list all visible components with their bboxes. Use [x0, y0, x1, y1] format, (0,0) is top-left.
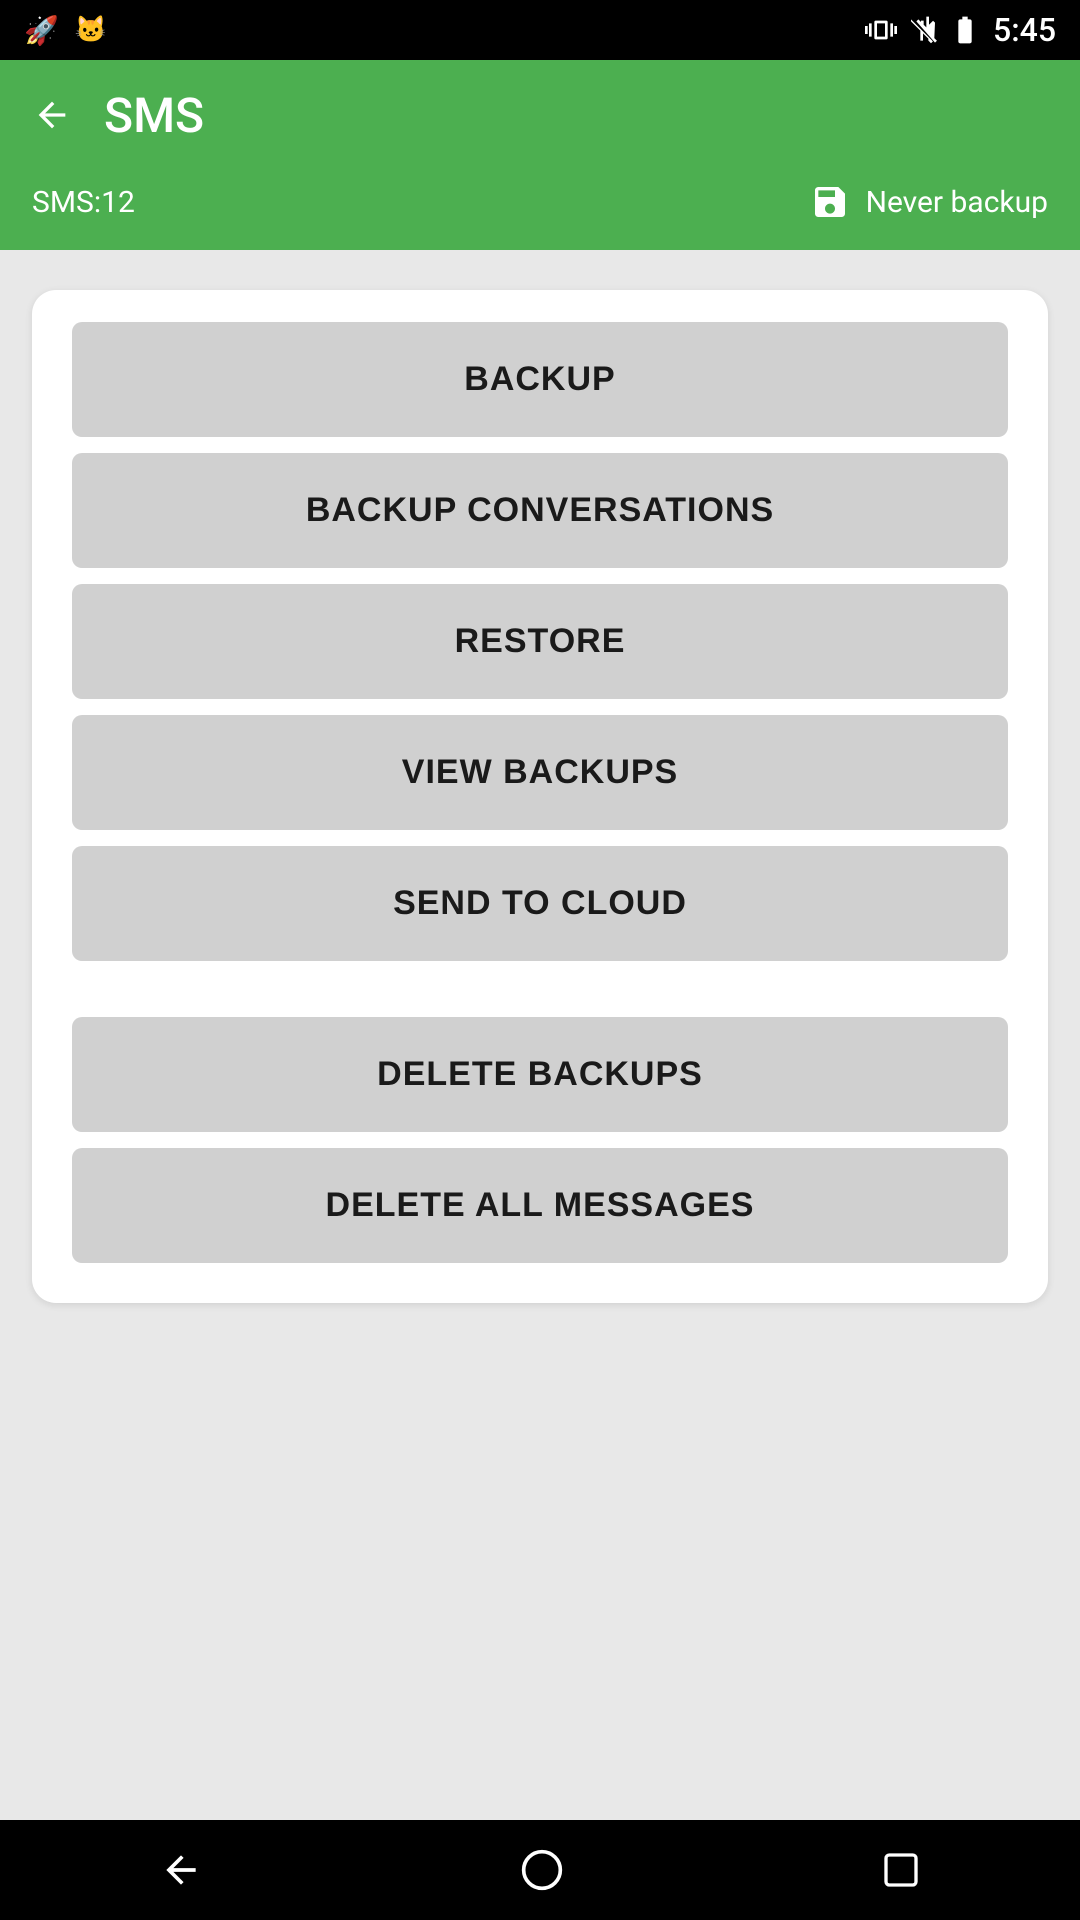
app-bar-bottom: SMS:12 Never backup	[32, 170, 1048, 250]
back-arrow-icon	[32, 95, 72, 135]
status-bar: 🚀 🐱 5:45	[0, 0, 1080, 60]
restore-button[interactable]: RESTORE	[72, 584, 1008, 699]
backup-button[interactable]: BACKUP	[72, 322, 1008, 437]
backup-status: Never backup	[810, 182, 1048, 222]
sms-count: SMS:12	[32, 185, 135, 220]
view-backups-button[interactable]: VIEW BACKUPS	[72, 715, 1008, 830]
delete-backups-button[interactable]: DELETE BACKUPS	[72, 1017, 1008, 1132]
backup-status-label: Never backup	[866, 185, 1048, 220]
android-icon: 🐱	[75, 15, 107, 45]
bottom-nav	[0, 1820, 1080, 1920]
nav-back-button[interactable]	[159, 1848, 203, 1892]
battery-icon	[949, 14, 981, 46]
nav-back-icon	[159, 1848, 203, 1892]
app-bar: SMS SMS:12 Never backup	[0, 60, 1080, 250]
status-bar-right: 5:45	[865, 11, 1056, 49]
action-card: BACKUP BACKUP CONVERSATIONS RESTORE VIEW…	[32, 290, 1048, 1303]
save-icon	[810, 182, 850, 222]
app-bar-top: SMS	[32, 60, 1048, 170]
signal-off-icon	[907, 14, 939, 46]
nav-recents-icon	[881, 1850, 921, 1890]
send-to-cloud-button[interactable]: SEND TO CLOUD	[72, 846, 1008, 961]
status-bar-left: 🚀 🐱	[24, 14, 107, 47]
backup-conversations-button[interactable]: BACKUP CONVERSATIONS	[72, 453, 1008, 568]
back-button[interactable]	[32, 95, 72, 135]
delete-all-messages-button[interactable]: DELETE ALL MESSAGES	[72, 1148, 1008, 1263]
vibrate-icon	[865, 14, 897, 46]
spacer	[72, 977, 1008, 1001]
nav-home-button[interactable]	[520, 1848, 564, 1892]
nav-recents-button[interactable]	[881, 1850, 921, 1890]
main-content: BACKUP BACKUP CONVERSATIONS RESTORE VIEW…	[0, 250, 1080, 1820]
system-icons	[865, 14, 981, 46]
nav-home-icon	[520, 1848, 564, 1892]
app-title: SMS	[104, 87, 204, 144]
rocket-icon: 🚀	[24, 14, 59, 47]
status-time: 5:45	[993, 11, 1056, 49]
